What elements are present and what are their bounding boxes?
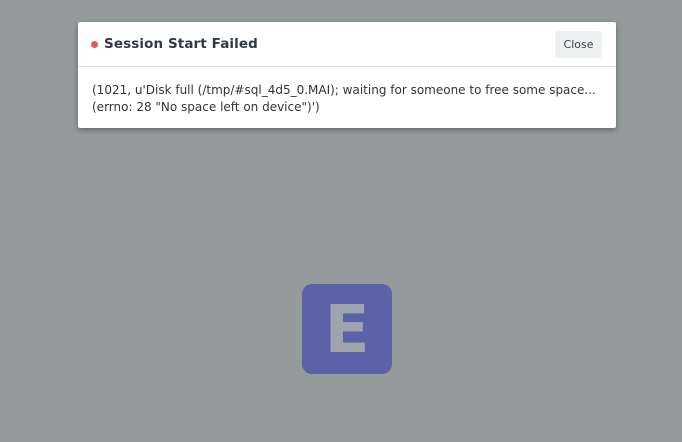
app-logo-letter: E — [324, 291, 370, 368]
dialog-title: Session Start Failed — [104, 36, 258, 52]
dialog-message: (1021, u'Disk full (/tmp/#sql_4d5_0.MAI)… — [78, 67, 616, 116]
app-logo: E — [302, 284, 392, 374]
error-status-dot-icon — [91, 40, 98, 48]
close-button[interactable]: Close — [555, 31, 602, 58]
dialog-message-line: (1021, u'Disk full (/tmp/#sql_4d5_0.MAI)… — [92, 83, 596, 97]
dialog-message-line: (errno: 28 "No space left on device")') — [92, 100, 320, 114]
app-background: { "dialog": { "title": "Session Start Fa… — [0, 0, 682, 442]
dialog-header: Session Start Failed Close — [78, 22, 616, 67]
error-dialog: Session Start Failed Close (1021, u'Disk… — [78, 22, 616, 128]
